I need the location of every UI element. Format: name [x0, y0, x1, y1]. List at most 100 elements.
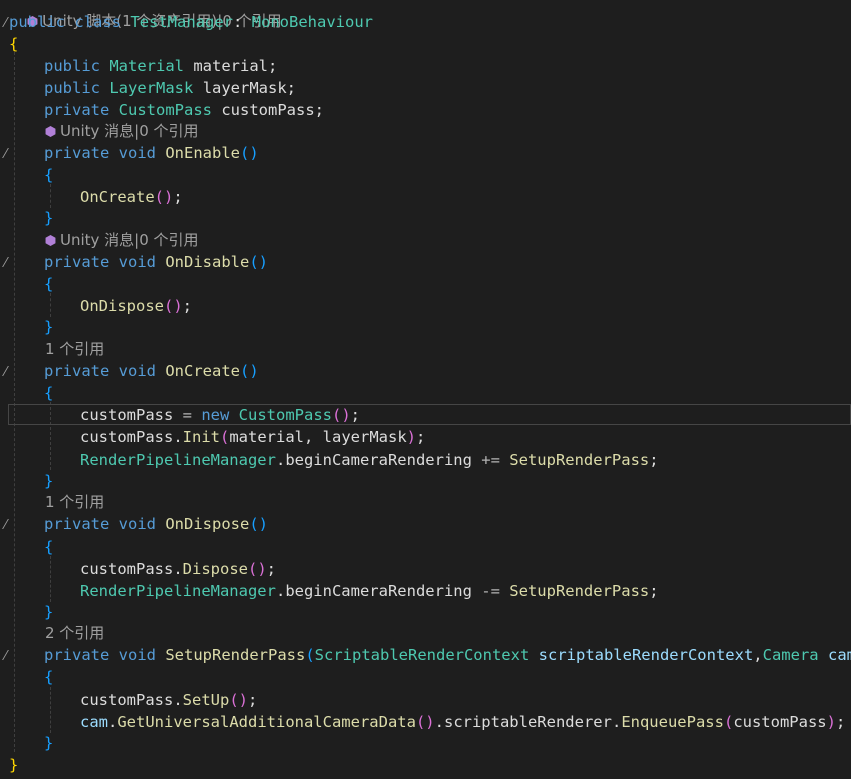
code-line: OnDispose();: [80, 296, 851, 316]
punct: ;: [649, 582, 659, 600]
paren: ): [826, 713, 836, 731]
code-line: RenderPipelineManager.beginCameraRenderi…: [80, 450, 851, 470]
code-line: private void OnCreate(): [44, 361, 851, 381]
punct: ;: [173, 188, 183, 206]
method-call: Init: [182, 428, 220, 446]
arguments: material, layerMask: [229, 428, 407, 446]
paren: (): [164, 297, 183, 315]
code-line: }: [44, 318, 54, 336]
indent-guide: [50, 184, 51, 208]
indent-guide: [50, 556, 51, 602]
keyword: private: [44, 646, 110, 664]
code-line: {: [44, 384, 54, 402]
indent-guide: [50, 293, 51, 317]
hint-text: 2 个引用: [45, 624, 105, 642]
method-call: OnDispose: [80, 297, 164, 315]
punct: .: [173, 428, 183, 446]
code-line: customPass.Dispose();: [80, 559, 851, 579]
keyword: public: [44, 57, 100, 75]
punct: ;: [182, 297, 193, 315]
variable: customPass: [80, 428, 174, 446]
paren: (: [723, 713, 734, 731]
code-line: customPass.SetUp();: [80, 690, 851, 710]
fold-marker[interactable]: [0, 366, 9, 376]
hint-text: 1 个引用: [45, 340, 105, 358]
code-line: public Material material;: [44, 56, 851, 76]
member: beginCameraRendering: [285, 451, 472, 469]
code-line: {: [44, 166, 54, 184]
code-editor[interactable]: Unity 脚本(1 个资产引用)|0 个引用 public class Tes…: [0, 0, 851, 779]
codelens-hint[interactable]: 2 个引用: [45, 623, 851, 643]
punct: .: [275, 582, 286, 600]
keyword: public: [44, 79, 100, 97]
punct: .: [108, 713, 118, 731]
method-name: OnDispose: [165, 515, 250, 533]
variable: customPass: [80, 560, 174, 578]
param-type: ScriptableRenderContext: [314, 646, 530, 664]
method-ref: SetupRenderPass: [509, 451, 650, 469]
field-name: layerMask;: [202, 79, 297, 97]
punct: .: [611, 713, 622, 731]
keyword: void: [118, 362, 156, 380]
fold-marker[interactable]: [0, 148, 9, 158]
operator: -=: [471, 582, 510, 600]
fold-marker[interactable]: [0, 650, 9, 660]
hint-text: 1 个引用: [45, 493, 105, 511]
class-name: TestManager: [130, 13, 234, 31]
codelens-hint[interactable]: Unity 消息|0 个引用: [45, 121, 851, 141]
param-name: cam: [827, 646, 851, 664]
keyword: void: [118, 515, 156, 533]
code-line: RenderPipelineManager.beginCameraRenderi…: [80, 581, 851, 601]
indent-guide: [50, 687, 51, 733]
keyword: void: [118, 253, 156, 271]
param-name: scriptableRenderContext: [538, 646, 754, 664]
codelens-hint[interactable]: Unity 脚本(1 个资产引用)|0 个引用: [8, 0, 851, 30]
keyword: private: [44, 144, 110, 162]
keyword: void: [118, 646, 156, 664]
field-name: customPass;: [221, 101, 324, 119]
type: RenderPipelineManager: [80, 582, 276, 600]
punct: .: [275, 451, 286, 469]
punct: ;: [649, 451, 659, 469]
code-line: OnCreate();: [80, 187, 851, 207]
code-line: cam.GetUniversalAdditionalCameraData().s…: [80, 712, 851, 732]
punct: :: [233, 13, 252, 31]
indent-guide: [14, 52, 15, 752]
punct: ;: [416, 428, 426, 446]
variable: customPass: [80, 691, 174, 709]
punct: .: [173, 691, 183, 709]
arguments: customPass: [733, 713, 827, 731]
fold-marker[interactable]: [0, 519, 9, 529]
paren: (): [248, 560, 267, 578]
code-line: public LayerMask layerMask;: [44, 78, 851, 98]
method-call: SetUp: [182, 691, 230, 709]
paren: (): [332, 406, 351, 424]
member: beginCameraRendering: [285, 582, 472, 600]
keyword: class: [74, 13, 122, 31]
codelens-hint[interactable]: 1 个引用: [45, 339, 851, 359]
paren: (: [305, 646, 315, 664]
punct: ;: [266, 560, 277, 578]
code-line: }: [9, 756, 19, 774]
paren: (): [240, 144, 259, 162]
type: LayerMask: [109, 79, 194, 97]
code-line: {: [44, 538, 54, 556]
code-line: {: [44, 668, 54, 686]
operator: =: [173, 406, 202, 424]
code-line: {: [44, 275, 54, 293]
method-call: OnCreate: [80, 188, 155, 206]
field-name: material;: [193, 57, 278, 75]
method-name: OnEnable: [165, 144, 240, 162]
fold-marker[interactable]: [0, 257, 9, 267]
codelens-hint[interactable]: 1 个引用: [45, 492, 851, 512]
keyword: private: [44, 253, 110, 271]
code-line: private CustomPass customPass;: [44, 100, 851, 120]
paren: (): [154, 188, 174, 206]
operator: +=: [471, 451, 510, 469]
type: CustomPass: [238, 406, 332, 424]
type: RenderPipelineManager: [80, 451, 276, 469]
codelens-hint[interactable]: Unity 消息|0 个引用: [45, 230, 851, 250]
unity-icon: [45, 235, 56, 246]
code-line: {: [9, 35, 19, 53]
variable: customPass: [80, 406, 174, 424]
